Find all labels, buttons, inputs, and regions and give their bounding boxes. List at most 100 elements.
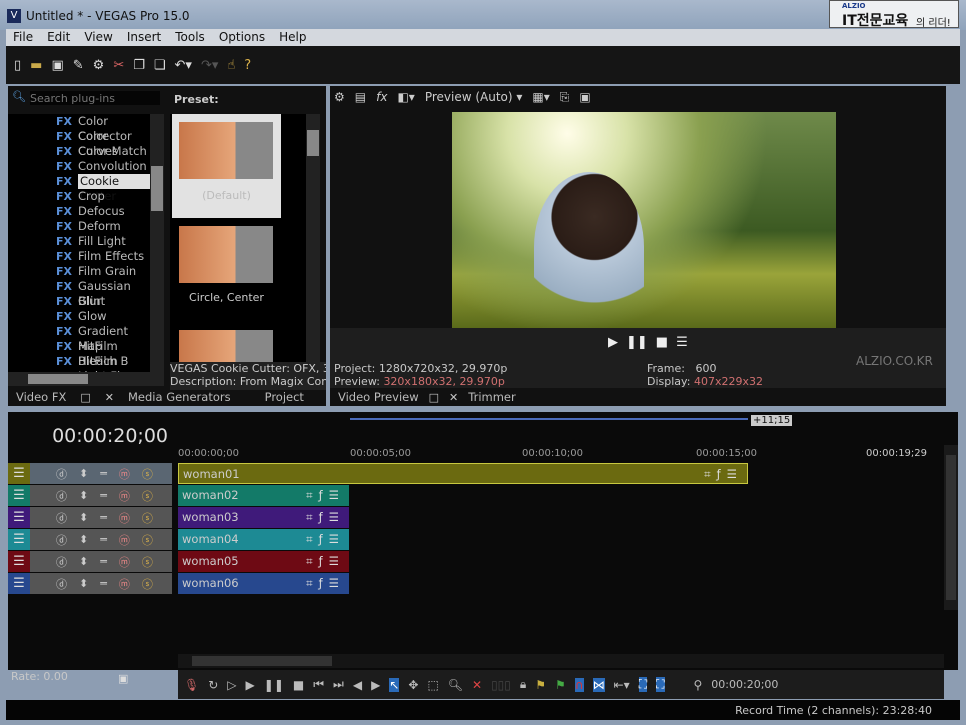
record-icon[interactable]: 🎙︎ xyxy=(184,678,199,692)
menu-edit[interactable]: Edit xyxy=(40,29,77,46)
plugin-item[interactable]: FX HitFilm Bleach B xyxy=(8,339,150,368)
plugin-item[interactable]: FX Fill Light xyxy=(8,234,150,249)
plugin-item[interactable]: FX Glow xyxy=(8,309,150,324)
solo-icon[interactable]: ⓢ xyxy=(142,554,153,570)
solo-icon[interactable]: ⓢ xyxy=(142,510,153,526)
mute-icon[interactable]: ⓜ xyxy=(119,576,130,592)
fx-icon[interactable]: fx xyxy=(376,90,387,105)
track-menu-icon[interactable]: ☰ xyxy=(8,463,30,484)
settings-icon[interactable]: ⚙ xyxy=(334,90,345,105)
plugin-item[interactable]: FX Film Grain xyxy=(8,264,150,279)
timeline-vscrollbar[interactable] xyxy=(944,445,958,610)
video-clip[interactable]: woman03 ⌗ƒ☰ xyxy=(178,507,349,528)
copy-icon[interactable]: ❐ xyxy=(133,58,145,73)
mute-icon[interactable]: ⓜ xyxy=(119,510,130,526)
play-from-start-icon[interactable]: ▷ xyxy=(227,678,236,692)
plugin-item[interactable]: FX Color Curves xyxy=(8,129,150,158)
ripple-icon[interactable]: ⇤▾ xyxy=(614,678,630,692)
menu-insert[interactable]: Insert xyxy=(120,29,168,46)
next-frame-icon[interactable]: ▶ xyxy=(371,678,380,692)
motion-icon[interactable]: ⬍ xyxy=(79,577,88,590)
play-icon[interactable]: ▶ xyxy=(246,678,255,692)
plugin-item[interactable]: FX Color Match xyxy=(8,144,150,159)
clip-fx-icons[interactable]: ⌗ƒ☰ xyxy=(306,529,345,550)
delete-icon[interactable]: ✕ xyxy=(472,678,482,692)
stop-icon[interactable]: ■ xyxy=(656,335,668,350)
3d-icon[interactable]: ⓓ xyxy=(56,576,67,592)
track-header[interactable]: ☰ ⓓ ⬍ ═ ⓜ ⓢ xyxy=(8,529,172,550)
menu-view[interactable]: View xyxy=(77,29,119,46)
loop-icon[interactable]: ↻ xyxy=(208,678,218,692)
mute-icon[interactable]: ⓜ xyxy=(119,554,130,570)
track-header[interactable]: ☰ ⓓ ⬍ ═ ⓜ ⓢ xyxy=(8,551,172,572)
plugin-item[interactable]: FX Glint xyxy=(8,294,150,309)
auto-crossfade-icon[interactable]: ⋈ xyxy=(592,677,605,692)
3d-icon[interactable]: ⓓ xyxy=(56,532,67,548)
clip-fx-icons[interactable]: ⌗ƒ☰ xyxy=(306,573,345,594)
video-clip[interactable]: woman05 ⌗ƒ☰ xyxy=(178,551,349,572)
3d-icon[interactable]: ⓓ xyxy=(56,488,67,504)
plugin-list-scrollbar[interactable] xyxy=(150,114,164,372)
3d-icon[interactable]: ⓓ xyxy=(56,510,67,526)
compositing-icon[interactable]: ═ xyxy=(100,533,107,546)
preset-default[interactable]: (Default) xyxy=(172,114,281,218)
plugin-item[interactable]: FX Gradient Map xyxy=(8,324,150,353)
envelope-tool-icon[interactable]: ✥ xyxy=(408,678,418,692)
help-icon[interactable]: ? xyxy=(244,58,251,73)
undock-icon[interactable]: □ xyxy=(429,391,439,404)
track-header[interactable]: ☰ ⓓ ⬍ ═ ⓜ ⓢ xyxy=(8,463,172,484)
plugin-item[interactable]: FXHitFilm Light Fla xyxy=(8,354,150,372)
save-snapshot-icon[interactable]: ▣ xyxy=(579,90,590,105)
video-clip[interactable]: woman04 ⌗ƒ☰ xyxy=(178,529,349,550)
track-menu-icon[interactable]: ☰ xyxy=(8,485,30,506)
loop-region[interactable] xyxy=(350,418,748,420)
menu-icon[interactable]: ☰ xyxy=(676,335,688,350)
compositing-icon[interactable]: ═ xyxy=(100,577,107,590)
track-menu-icon[interactable]: ☰ xyxy=(8,529,30,550)
compositing-icon[interactable]: ═ xyxy=(100,467,107,480)
region-icon[interactable]: ⚑ xyxy=(555,678,566,692)
track-header[interactable]: ☰ ⓓ ⬍ ═ ⓜ ⓢ xyxy=(8,507,172,528)
cut-icon[interactable]: ✂ xyxy=(113,58,124,73)
play-icon[interactable]: ▶ xyxy=(608,335,618,350)
track-menu-icon[interactable]: ☰ xyxy=(8,551,30,572)
search-input[interactable] xyxy=(30,91,160,105)
plugin-item[interactable]: FX Color Corrector xyxy=(8,114,150,143)
whats-this-icon[interactable]: ☝ xyxy=(227,58,235,73)
normal-edit-tool-icon[interactable]: ↖ xyxy=(389,677,400,692)
motion-icon[interactable]: ⬍ xyxy=(79,511,88,524)
compositing-icon[interactable]: ═ xyxy=(100,489,107,502)
undock-icon[interactable]: □ xyxy=(80,391,90,404)
go-to-start-icon[interactable]: ⏮ xyxy=(313,677,324,692)
tab-project[interactable]: Project xyxy=(265,390,304,404)
close-icon[interactable]: ✕ xyxy=(449,391,458,404)
menu-options[interactable]: Options xyxy=(212,29,272,46)
new-icon[interactable]: ▯ xyxy=(14,58,21,73)
tab-video-fx[interactable]: Video FX xyxy=(16,390,66,404)
motion-icon[interactable]: ⬍ xyxy=(79,555,88,568)
3d-icon[interactable]: ⓓ xyxy=(56,466,67,482)
selection-tool-icon[interactable]: ⬚ xyxy=(427,678,438,692)
preview-quality-dropdown[interactable]: Preview (Auto) ▾ xyxy=(425,90,523,105)
clip-fx-icons[interactable]: ⌗ƒ☰ xyxy=(704,464,743,483)
tab-trimmer[interactable]: Trimmer xyxy=(468,390,515,404)
3d-icon[interactable]: ⓓ xyxy=(56,554,67,570)
solo-icon[interactable]: ⓢ xyxy=(142,488,153,504)
video-clip[interactable]: woman02 ⌗ƒ☰ xyxy=(178,485,349,506)
plugin-item[interactable]: FX Crop xyxy=(8,189,150,204)
solo-icon[interactable]: ⓢ xyxy=(142,466,153,482)
clip-fx-icons[interactable]: ⌗ƒ☰ xyxy=(306,551,345,572)
marker-icon[interactable]: ⚑ xyxy=(535,678,546,692)
clip-fx-icons[interactable]: ⌗ƒ☰ xyxy=(306,507,345,528)
redo-icon[interactable]: ↷▾ xyxy=(201,58,218,73)
timeline-hscrollbar[interactable] xyxy=(178,654,944,668)
prev-frame-icon[interactable]: ◀ xyxy=(353,678,362,692)
plugin-item[interactable]: FX Cookie Cutter xyxy=(8,174,150,203)
plugin-item[interactable]: FX Deform xyxy=(8,219,150,234)
rate-slider[interactable]: ▣ xyxy=(118,672,128,685)
motion-icon[interactable]: ⬍ xyxy=(79,533,88,546)
close-icon[interactable]: ✕ xyxy=(105,391,114,404)
undo-icon[interactable]: ↶▾ xyxy=(175,58,192,73)
mute-icon[interactable]: ⓜ xyxy=(119,466,130,482)
menu-help[interactable]: Help xyxy=(272,29,313,46)
